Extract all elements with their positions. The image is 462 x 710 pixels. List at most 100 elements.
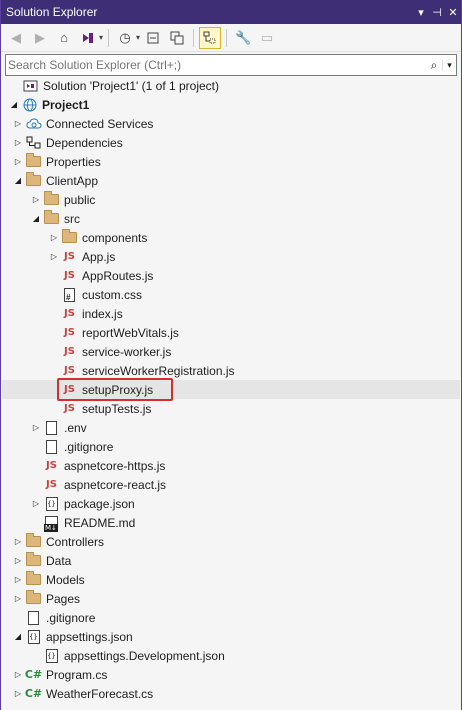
toolbar-separator bbox=[108, 28, 110, 47]
pending-changes-filter-icon[interactable]: ◷ bbox=[114, 27, 136, 49]
filter-dropdown-icon[interactable]: ▾ bbox=[136, 33, 140, 42]
tree-item[interactable]: ▷ C# WeatherForecast.cs bbox=[2, 684, 460, 703]
switch-views-icon[interactable] bbox=[77, 27, 99, 49]
expand-arrow-icon[interactable]: ▷ bbox=[29, 195, 43, 204]
folder-icon bbox=[25, 571, 42, 588]
tree-item[interactable]: JS aspnetcore-https.js bbox=[2, 456, 460, 475]
expand-arrow-icon[interactable]: ▷ bbox=[29, 423, 43, 432]
properties-wrench-icon[interactable]: 🔧 bbox=[232, 27, 254, 49]
tree-item-label: Models bbox=[46, 572, 85, 587]
collapse-arrow-icon[interactable]: ◢ bbox=[7, 100, 21, 109]
tree-item[interactable]: JS aspnetcore-react.js bbox=[2, 475, 460, 494]
folder-icon bbox=[25, 590, 42, 607]
expand-arrow-icon[interactable]: ▷ bbox=[47, 233, 61, 242]
tree-item[interactable]: ▷{} package.json bbox=[2, 494, 460, 513]
collapse-arrow-icon[interactable]: ◢ bbox=[29, 214, 43, 223]
tree-item-label: README.md bbox=[64, 515, 136, 530]
search-box[interactable]: ⌕ ▾ bbox=[5, 54, 457, 76]
tree-item[interactable]: ◢ ClientApp bbox=[2, 171, 460, 190]
expand-arrow-icon[interactable]: ▷ bbox=[11, 138, 25, 147]
preview-selected-icon[interactable]: ▭ bbox=[256, 27, 278, 49]
expand-arrow-icon[interactable]: ▷ bbox=[11, 594, 25, 603]
tree-item[interactable]: ▷ JS App.js bbox=[2, 247, 460, 266]
tree-item[interactable]: ▷ public bbox=[2, 190, 460, 209]
tree-item[interactable]: ▷ components bbox=[2, 228, 460, 247]
tree-item[interactable]: JS setupProxy.js bbox=[2, 378, 460, 401]
tree-item[interactable]: ▷ Models bbox=[2, 570, 460, 589]
tree-item-label: custom.css bbox=[82, 287, 143, 302]
tree-item[interactable]: ▷ C# Program.cs bbox=[2, 665, 460, 684]
js-icon: JS bbox=[64, 270, 75, 281]
tree-item-label: .env bbox=[64, 420, 87, 435]
tree-item-label: .gitignore bbox=[46, 610, 96, 625]
js-icon: JS bbox=[64, 403, 75, 414]
tree-item[interactable]: JS index.js bbox=[2, 304, 460, 323]
tree-item[interactable]: ▷ Pages bbox=[2, 589, 460, 608]
window-menu-button[interactable]: ▾ bbox=[413, 6, 429, 19]
collapse-arrow-icon[interactable]: ◢ bbox=[11, 632, 25, 641]
web-project-icon bbox=[21, 97, 38, 113]
js-icon: JS bbox=[64, 384, 75, 395]
tree-item-label: ClientApp bbox=[46, 173, 99, 188]
search-icon[interactable]: ⌕ bbox=[426, 58, 442, 73]
expand-arrow-icon[interactable]: ▷ bbox=[11, 119, 25, 128]
markdown-icon bbox=[43, 515, 60, 532]
tree-item[interactable]: ▷ Controllers bbox=[2, 532, 460, 551]
close-button[interactable]: ✕ bbox=[445, 6, 461, 19]
tree-item[interactable]: JS service-worker.js bbox=[2, 342, 460, 361]
tree-item-label: src bbox=[64, 211, 80, 226]
tree-item-label: components bbox=[82, 230, 148, 245]
tree-item[interactable]: .gitignore bbox=[2, 437, 460, 456]
switch-views-dropdown-icon[interactable]: ▾ bbox=[99, 33, 103, 42]
tree-item[interactable]: ▷ .env bbox=[2, 418, 460, 437]
search-options-dropdown-icon[interactable]: ▾ bbox=[442, 59, 456, 71]
window-title: Solution Explorer bbox=[6, 5, 98, 19]
tree-item[interactable]: README.md bbox=[2, 513, 460, 532]
tree-item[interactable]: ◢ Project1 bbox=[2, 95, 460, 114]
collapse-all-icon[interactable] bbox=[166, 27, 188, 49]
csharp-icon: C# bbox=[24, 687, 43, 700]
sync-icon[interactable] bbox=[142, 27, 164, 49]
toolbar: ◀ ▶ ⌂ ▾ ◷ ▾ 🔧 ▭ bbox=[1, 24, 461, 52]
expand-arrow-icon[interactable]: ▷ bbox=[11, 689, 25, 698]
js-icon: JS bbox=[46, 479, 57, 490]
expand-arrow-icon[interactable]: ▷ bbox=[11, 157, 25, 166]
expand-arrow-icon[interactable]: ▷ bbox=[29, 499, 43, 508]
expand-arrow-icon[interactable]: ▷ bbox=[47, 252, 61, 261]
tree-item[interactable]: ▷ Connected Services bbox=[2, 114, 460, 133]
folder-icon bbox=[43, 191, 60, 208]
tree-item[interactable]: Solution 'Project1' (1 of 1 project) bbox=[2, 76, 460, 95]
expand-arrow-icon[interactable]: ▷ bbox=[11, 556, 25, 565]
tree-item[interactable]: ◢ src bbox=[2, 209, 460, 228]
toolbar-separator bbox=[226, 28, 228, 47]
tree-item[interactable]: ▷ Dependencies bbox=[2, 133, 460, 152]
tree-item[interactable]: ▷ Properties bbox=[2, 152, 460, 171]
tree-item[interactable]: JS serviceWorkerRegistration.js bbox=[2, 361, 460, 380]
tree-item[interactable]: {} appsettings.Development.json bbox=[2, 646, 460, 665]
tree-item[interactable]: JS AppRoutes.js bbox=[2, 266, 460, 285]
tree-item-label: package.json bbox=[64, 496, 135, 511]
tree-item[interactable]: JS setupTests.js bbox=[2, 399, 460, 418]
tree-item[interactable]: .gitignore bbox=[2, 608, 460, 627]
tree-item-label: AppRoutes.js bbox=[82, 268, 154, 283]
tree-item-label: Data bbox=[46, 553, 72, 568]
expand-arrow-icon[interactable]: ▷ bbox=[11, 537, 25, 546]
show-all-files-icon[interactable] bbox=[199, 26, 222, 49]
expand-arrow-icon[interactable]: ▷ bbox=[11, 670, 25, 679]
tree-item-label: setupProxy.js bbox=[82, 382, 154, 397]
forward-icon[interactable]: ▶ bbox=[29, 27, 51, 49]
toolbar-separator bbox=[193, 28, 195, 47]
tree-item[interactable]: ▷ Data bbox=[2, 551, 460, 570]
tree-item[interactable]: JS reportWebVitals.js bbox=[2, 323, 460, 342]
tree-item[interactable]: ◢{} appsettings.json bbox=[2, 627, 460, 646]
back-icon[interactable]: ◀ bbox=[5, 27, 27, 49]
home-icon[interactable]: ⌂ bbox=[53, 27, 75, 49]
pin-button[interactable]: ⊣ bbox=[429, 6, 445, 19]
folder-icon bbox=[43, 210, 60, 227]
collapse-arrow-icon[interactable]: ◢ bbox=[11, 176, 25, 185]
expand-arrow-icon[interactable]: ▷ bbox=[11, 575, 25, 584]
search-input[interactable] bbox=[6, 56, 426, 74]
tree-item[interactable]: custom.css bbox=[2, 285, 460, 304]
folder-icon bbox=[61, 229, 78, 246]
tree-item-label: reportWebVitals.js bbox=[82, 325, 179, 340]
